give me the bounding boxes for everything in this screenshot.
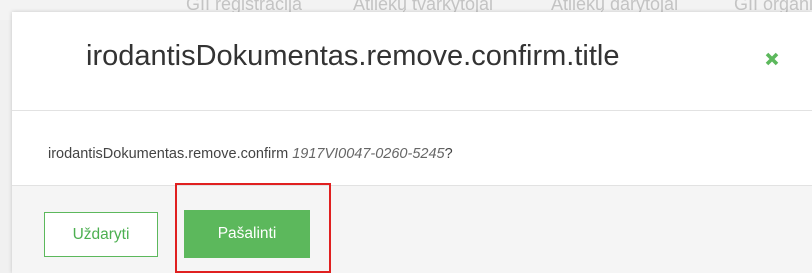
close-dialog-button[interactable]: Uždaryti xyxy=(44,212,158,257)
modal-header: irodantisDokumentas.remove.confirm.title xyxy=(12,12,812,111)
close-button[interactable] xyxy=(757,44,787,74)
close-icon xyxy=(757,44,787,74)
document-number: 1917VI0047-0260-5245 xyxy=(292,146,445,162)
confirm-message: irodantisDokumentas.remove.confirm 1917V… xyxy=(48,146,453,162)
modal-body: irodantisDokumentas.remove.confirm 1917V… xyxy=(12,111,812,186)
remove-button[interactable]: Pašalinti xyxy=(184,210,310,258)
question-mark: ? xyxy=(444,146,453,162)
confirm-message-key: irodantisDokumentas.remove.confirm xyxy=(48,146,289,162)
confirm-remove-modal: irodantisDokumentas.remove.confirm.title… xyxy=(12,12,812,273)
modal-footer: Uždaryti Pašalinti xyxy=(12,186,812,273)
modal-title: irodantisDokumentas.remove.confirm.title xyxy=(86,40,620,72)
